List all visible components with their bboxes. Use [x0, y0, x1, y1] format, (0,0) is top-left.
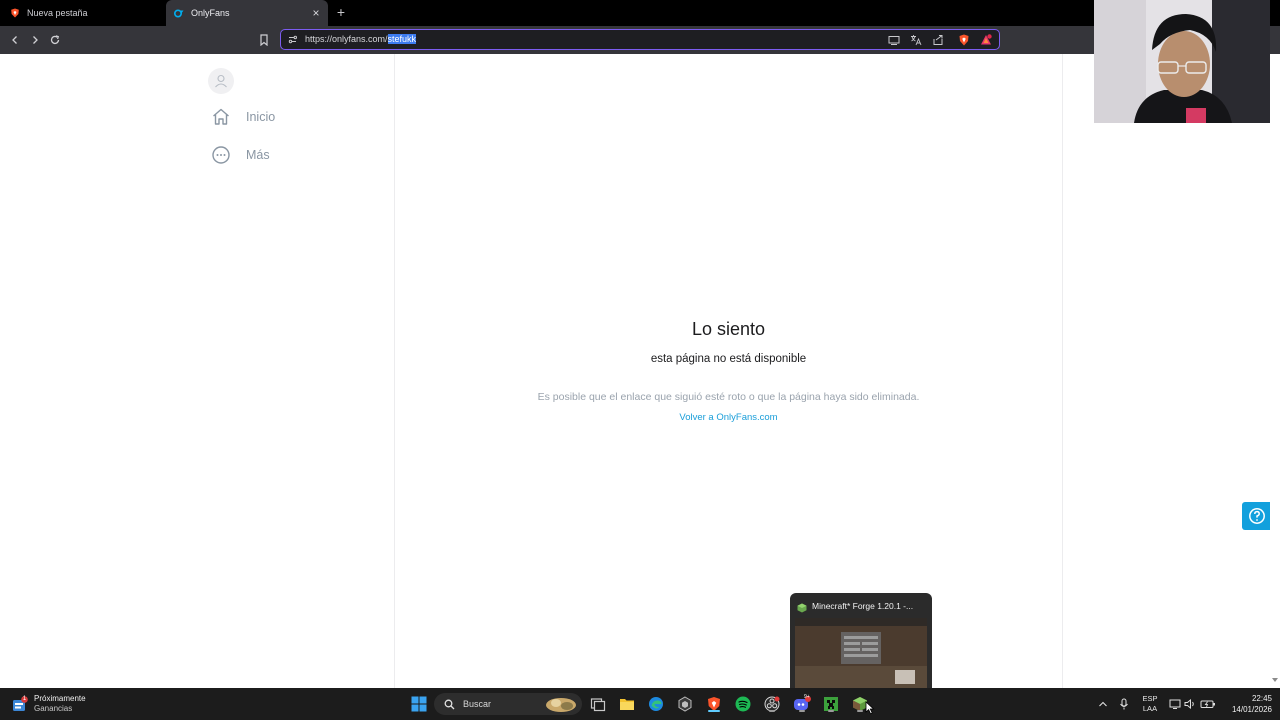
- thumbnail-title: Minecraft* Forge 1.20.1 -...: [812, 601, 914, 611]
- help-icon: [1249, 508, 1265, 524]
- minecraft-icon: [797, 600, 807, 613]
- webcam-overlay: [1094, 0, 1270, 123]
- widget-title: Próximamente: [34, 694, 86, 703]
- url-prefix: https://onlyfans.com/: [305, 34, 388, 44]
- url-text[interactable]: https://onlyfans.com/stefukk: [305, 33, 417, 45]
- system-clock[interactable]: 22:45 14/01/2026: [1220, 693, 1272, 715]
- bookmark-icon[interactable]: [256, 32, 272, 48]
- reload-icon[interactable]: [46, 31, 64, 49]
- mouse-cursor-icon: [865, 701, 875, 715]
- obs-icon[interactable]: [762, 694, 782, 714]
- windows-start-icon[interactable]: [409, 694, 429, 714]
- widgets-button[interactable]: 1 Próximamente Ganancias: [12, 692, 86, 716]
- column-divider: [394, 54, 395, 688]
- error-subtitle: esta página no está disponible: [650, 353, 807, 365]
- more-icon: [210, 144, 232, 166]
- thumbnail-image: [795, 618, 927, 688]
- close-icon[interactable]: ×: [310, 7, 322, 19]
- brave-rewards-icon[interactable]: [979, 33, 993, 47]
- site-settings-icon[interactable]: [287, 34, 298, 45]
- language-indicator[interactable]: ESP LAA: [1138, 688, 1162, 720]
- discord-icon[interactable]: 9+: [792, 694, 812, 714]
- search-label: Buscar: [463, 699, 492, 709]
- widgets-icon: 1: [12, 696, 28, 712]
- onlyfans-icon: [174, 8, 184, 18]
- brave-taskbar-icon[interactable]: [704, 694, 724, 714]
- sidebar-item-label: Más: [246, 148, 270, 162]
- task-view-icon[interactable]: [588, 694, 608, 714]
- url-selected-text: stefukk: [387, 34, 417, 44]
- home-icon: [210, 106, 232, 128]
- sidebar-item-inicio[interactable]: Inicio: [210, 105, 275, 129]
- sidebar-item-mas[interactable]: Más: [210, 143, 270, 167]
- tab-title: OnlyFans: [191, 8, 230, 18]
- windows-taskbar: 1 Próximamente Ganancias Buscar 9+ ESP L…: [0, 688, 1280, 720]
- volume-icon[interactable]: [1180, 694, 1200, 714]
- translate-icon[interactable]: [909, 33, 923, 47]
- new-tab-button[interactable]: +: [334, 5, 348, 19]
- share-icon[interactable]: [931, 33, 945, 47]
- scroll-down-icon[interactable]: [1271, 676, 1279, 684]
- error-title: Lo siento: [691, 319, 766, 339]
- navigation-bar: https://onlyfans.com/stefukk: [0, 26, 1280, 54]
- tab-bar: Nueva pestaña OnlyFans × +: [0, 0, 1280, 26]
- running-indicator: [828, 710, 834, 712]
- running-indicator: [799, 710, 805, 712]
- running-indicator: [857, 710, 863, 712]
- file-explorer-icon[interactable]: [617, 694, 637, 714]
- cast-icon[interactable]: [887, 33, 901, 47]
- address-bar[interactable]: https://onlyfans.com/stefukk: [280, 29, 1000, 50]
- search-icon: [444, 699, 455, 710]
- language-line1: ESP: [1142, 694, 1158, 703]
- battery-icon[interactable]: [1198, 694, 1218, 714]
- tab-onlyfans[interactable]: OnlyFans ×: [166, 0, 328, 26]
- clock-date: 14/01/2026: [1231, 705, 1272, 714]
- minecraft-launcher-icon[interactable]: [821, 694, 841, 714]
- sidebar-item-label: Inicio: [246, 110, 276, 124]
- error-description: Es posible que el enlace que siguió esté…: [537, 391, 920, 403]
- column-divider: [1062, 54, 1063, 688]
- back-to-home-link[interactable]: Volver a OnlyFans.com: [395, 412, 1062, 423]
- back-icon[interactable]: [6, 31, 24, 49]
- scrollbar[interactable]: [1270, 54, 1280, 688]
- brave-shields-icon[interactable]: [957, 33, 971, 47]
- brave-icon: [10, 8, 20, 18]
- edge-icon[interactable]: [646, 694, 666, 714]
- tab-title: Nueva pestaña: [27, 8, 88, 18]
- discord-badge: 9+: [804, 694, 810, 700]
- page-content: Inicio Más Lo siento esta página no está…: [0, 54, 1280, 688]
- search-highlight-icon: [544, 695, 578, 713]
- taskbar-thumbnail-preview[interactable]: Minecraft* Forge 1.20.1 -...: [790, 593, 932, 688]
- avatar[interactable]: [208, 68, 234, 94]
- microphone-icon[interactable]: [1114, 694, 1134, 714]
- widgets-badge: 1: [22, 696, 27, 702]
- help-button[interactable]: [1242, 502, 1272, 530]
- widget-subtitle: Ganancias: [34, 704, 73, 713]
- chevron-up-icon[interactable]: [1093, 694, 1113, 714]
- forward-icon[interactable]: [26, 31, 44, 49]
- clock-time: 22:45: [1251, 694, 1272, 703]
- taskbar-search[interactable]: Buscar: [434, 693, 582, 715]
- running-indicator: [769, 710, 775, 712]
- tab-nueva-pestana[interactable]: Nueva pestaña: [0, 0, 166, 26]
- language-line2: LAA: [1142, 704, 1158, 713]
- app-cube-icon[interactable]: [675, 694, 695, 714]
- spotify-icon[interactable]: [733, 694, 753, 714]
- active-indicator: [708, 710, 720, 712]
